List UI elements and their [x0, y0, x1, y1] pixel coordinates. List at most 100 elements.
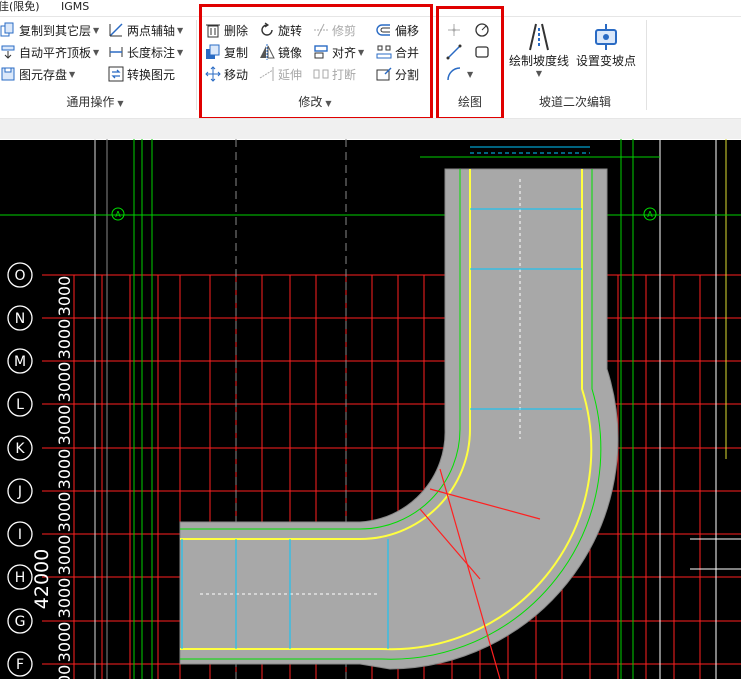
group-label-draw: 绘图 — [457, 95, 482, 109]
merge-label: 合并 — [395, 45, 420, 60]
split-icon — [376, 67, 392, 81]
axis-label: H — [15, 570, 26, 586]
axis-spacing-label: 3000 — [55, 492, 74, 533]
offset-icon — [376, 24, 390, 36]
mirror-button[interactable]: 镜像 — [259, 42, 302, 62]
copy-label: 复制 — [224, 45, 249, 60]
set-grade-point-label: 设置变坡点 — [575, 54, 636, 68]
tab-igms[interactable]: IGMS — [61, 0, 89, 14]
ribbon-bottom-strip — [0, 118, 741, 140]
auto-align-slab-label: 自动平齐顶板 — [19, 45, 92, 60]
chevron-down-icon: ▼ — [117, 99, 124, 108]
length-dimension-label: 长度标注 — [127, 45, 176, 60]
offset-button[interactable]: 偏移 — [376, 20, 419, 40]
copy-to-layer-label: 复制到其它层 — [19, 23, 92, 38]
rotate-icon — [261, 22, 273, 36]
axis-spacing-label: 3000 — [55, 449, 74, 490]
copy-button[interactable]: 复制 — [205, 42, 248, 62]
axis-spacing-label: 3000 — [55, 405, 74, 446]
offset-label: 偏移 — [395, 23, 420, 38]
group-separator — [196, 20, 197, 110]
move-icon — [205, 66, 221, 82]
group-separator — [646, 20, 647, 110]
tab-trial[interactable]: 佳(限免) — [0, 0, 40, 14]
split-button[interactable]: 分割 — [376, 64, 419, 84]
chevron-down-icon: ▼ — [93, 25, 100, 35]
delete-label: 删除 — [224, 23, 249, 38]
axis-label: F — [16, 657, 24, 673]
delete-icon — [206, 24, 220, 38]
mirror-label: 镜像 — [278, 45, 303, 60]
align-button[interactable]: 对齐 ▼ — [313, 42, 364, 62]
chevron-down-icon: ▼ — [69, 69, 76, 79]
extend-button[interactable]: 延伸 — [259, 64, 302, 84]
ribbon-toolbar: 佳(限免) IGMS 复制到其它层 ▼ 两点辅轴 ▼ 自动平齐顶板 ▼ 长度标注 ▼ 图… — [0, 0, 741, 140]
save-element-button[interactable]: 图元存盘 ▼ — [0, 64, 75, 84]
axis-label: I — [18, 527, 22, 543]
two-point-axis-button[interactable]: 两点辅轴 ▼ — [108, 20, 183, 40]
chevron-down-icon: ▼ — [177, 47, 184, 57]
axis-spacing-label: 3000 — [55, 362, 74, 403]
group-label-common[interactable]: 通用操作 ▼ — [20, 93, 170, 110]
circle-button[interactable] — [474, 20, 493, 40]
mirror-icon — [260, 44, 275, 60]
break-label: 打断 — [332, 67, 357, 82]
align-icon — [314, 45, 328, 59]
trim-icon — [314, 23, 328, 37]
set-grade-point-button[interactable]: 设置变坡点 — [574, 22, 638, 69]
draw-slope-line-button[interactable]: 绘制坡度线 ▼ — [508, 22, 570, 78]
merge-button[interactable]: 合并 — [376, 42, 419, 62]
group-label-modify-text: 修改 — [298, 95, 323, 109]
circle-icon — [475, 23, 489, 37]
rectangle-icon — [475, 46, 489, 58]
slope-line-icon — [529, 23, 549, 51]
extend-icon — [259, 67, 274, 81]
axis-label: N — [15, 311, 25, 327]
trim-label: 修剪 — [332, 23, 357, 38]
top-axis-label-right: A — [647, 210, 653, 219]
axis-spacing-label: 3000 — [55, 319, 74, 360]
line-button[interactable] — [446, 42, 465, 62]
draw-slope-line-label: 绘制坡度线 — [508, 54, 569, 68]
move-button[interactable]: 移动 — [205, 64, 248, 84]
axis-spacing-label: 3000 — [55, 276, 74, 317]
two-point-axis-icon — [109, 23, 123, 37]
merge-icon — [376, 45, 392, 59]
delete-button[interactable]: 删除 — [205, 20, 248, 40]
rotate-label: 旋转 — [278, 23, 303, 38]
rotate-button[interactable]: 旋转 — [259, 20, 302, 40]
copy-to-layer-button[interactable]: 复制到其它层 ▼ — [0, 20, 99, 40]
extend-label: 延伸 — [278, 67, 303, 82]
axis-spacing-label: 3000 — [55, 622, 74, 663]
convert-element-icon — [108, 66, 124, 82]
copy-icon — [206, 44, 220, 59]
split-label: 分割 — [395, 67, 420, 82]
save-element-label: 图元存盘 — [19, 67, 68, 82]
group-label-modify[interactable]: 修改 ▼ — [240, 93, 390, 110]
axis-label: O — [14, 268, 25, 284]
chevron-down-icon: ▼ — [93, 47, 100, 57]
break-button[interactable]: 打断 — [313, 64, 356, 84]
move-label: 移动 — [224, 67, 249, 82]
point-icon — [448, 24, 460, 36]
axis-label: L — [16, 397, 24, 413]
axis-label: G — [15, 614, 26, 630]
arc-button[interactable]: ▼ — [446, 64, 473, 84]
auto-align-slab-button[interactable]: 自动平齐顶板 ▼ — [0, 42, 99, 62]
group-label-ramp: 坡道二次编辑 — [538, 95, 611, 109]
rectangle-button[interactable] — [474, 42, 493, 62]
length-dimension-icon — [109, 47, 123, 57]
auto-align-slab-icon — [1, 45, 15, 59]
cad-drawing-canvas[interactable]: O 3000 N 3000 M 3000 L 3000 K 3000 J 3000 I 3000 H 3000… — [0, 138, 741, 683]
axis-bubbles: O 3000 N 3000 M 3000 L 3000 K 3000 J 3000 I 3000 H 3000… — [7, 262, 74, 683]
axis-label: J — [17, 484, 22, 500]
trim-button[interactable]: 修剪 — [313, 20, 356, 40]
length-dimension-button[interactable]: 长度标注 ▼ — [108, 42, 183, 62]
cad-drawing[interactable]: O 3000 N 3000 M 3000 L 3000 K 3000 J 3000 I 3000 H 3000… — [0, 138, 741, 683]
convert-element-button[interactable]: 转换图元 — [108, 64, 175, 84]
line-icon — [446, 44, 462, 60]
save-element-icon — [1, 67, 15, 81]
chevron-down-icon: ▼ — [535, 69, 543, 78]
chevron-down-icon: ▼ — [177, 25, 184, 35]
point-button[interactable] — [446, 20, 465, 40]
